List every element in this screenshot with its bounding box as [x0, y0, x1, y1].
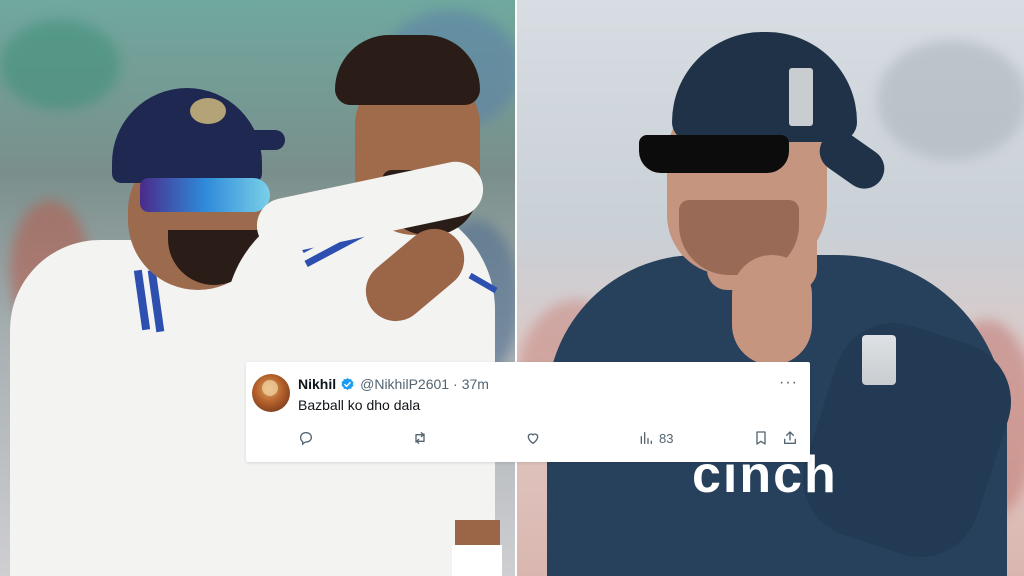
bookmark-icon — [756, 431, 766, 445]
display-name[interactable]: Nikhil — [298, 376, 336, 392]
share-button[interactable] — [782, 428, 798, 448]
photo-right-england-coach: cinch — [517, 0, 1024, 576]
user-handle[interactable]: @NikhilP2601 — [360, 376, 449, 392]
retweet-icon — [415, 432, 425, 444]
coach-cap — [672, 32, 857, 142]
tweet-header: Nikhil @NikhilP2601 · 37m — [298, 375, 489, 393]
like-button[interactable] — [525, 428, 541, 448]
views-icon — [640, 432, 652, 444]
views-button[interactable]: 83 — [638, 428, 673, 448]
user-avatar[interactable] — [252, 374, 290, 412]
sunglasses-icon — [639, 135, 789, 173]
meta-separator: · — [453, 376, 458, 392]
verified-badge-icon — [341, 377, 354, 390]
reply-icon — [299, 432, 313, 446]
sunglasses-icon — [140, 178, 270, 212]
tweet-actions: 83 — [298, 428, 798, 448]
bookmark-button[interactable] — [753, 428, 769, 448]
like-icon — [527, 433, 539, 445]
england-crest-icon — [862, 335, 896, 385]
reply-button[interactable] — [298, 428, 314, 448]
share-icon — [784, 431, 796, 444]
tweet-timestamp[interactable]: 37m — [462, 376, 489, 392]
more-icon[interactable]: ··· — [779, 374, 798, 392]
photo-left-india-players — [0, 0, 515, 576]
cap-crest-icon — [789, 68, 813, 126]
cap-badge-icon — [190, 98, 226, 124]
tweet-card[interactable]: Nikhil @NikhilP2601 · 37m ··· Bazball ko… — [246, 362, 810, 462]
views-count: 83 — [659, 430, 674, 446]
tweet-text: Bazball ko dho dala — [298, 397, 421, 413]
coach-hand — [732, 255, 812, 365]
retweet-button[interactable] — [412, 428, 428, 448]
